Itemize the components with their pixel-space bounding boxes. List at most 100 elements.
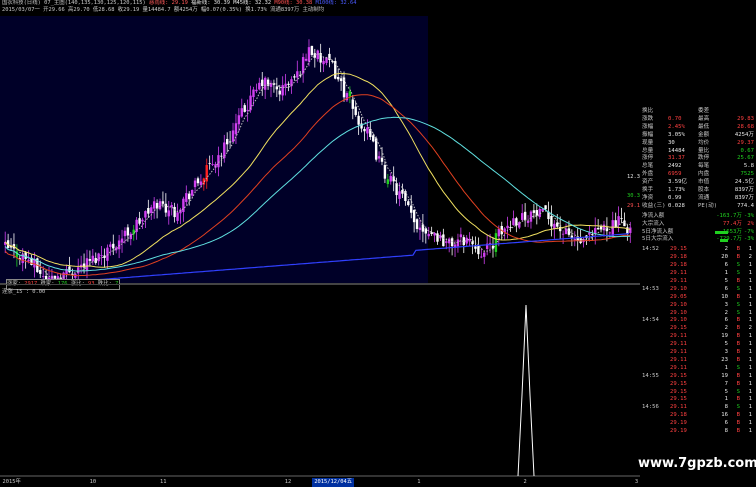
date-tick: 2015年 [2,479,21,485]
quote-value: 3.59亿 [668,179,688,186]
quote-value: 774.4 [737,202,754,209]
tick-row: 29.11 1 S 1 [640,270,756,278]
tick-count: 1 [748,412,752,419]
tick-volume: 20 [721,254,728,261]
tick-count: 1 [748,349,752,355]
tick-price: 29.10 [670,301,687,308]
tick-side: B [736,356,740,363]
flow-label: 大宗流入 [642,220,665,227]
tick-price: 29.15 [670,372,687,379]
tick-volume: 1 [724,396,728,403]
tick-side: B [736,349,740,355]
date-tick: 3 [634,479,639,485]
tick-count: 1 [748,270,752,276]
quote-label: 换手 [642,187,654,193]
flow-label: 5日大宗流入 [642,236,674,243]
legend-item: M45线: 32.32 [233,0,275,6]
tick-row: 29.15 1 B 1 [640,396,756,404]
tick-price: 29.11 [670,349,687,355]
fund-flow-row: 净流入额 -163.7万 -3% [640,213,756,221]
tick-side: S [736,364,740,371]
quote-panel[interactable]: 换比 委差 涨跌 0.70 最高 29.83 涨幅 2.45% 最低 28.68 振幅 3.05% 金额… [640,108,756,487]
tick-price: 29.11 [670,341,687,348]
quote-value: 6959 [668,171,682,178]
tick-volume: 6 [724,285,728,292]
quote-label: 委差 [698,108,710,114]
tick-price: 29.10 [670,285,687,292]
tick-row: 29.18 6 S 1 [640,262,756,270]
quote-row: 振幅 3.05% 金额 4254万 [640,132,756,140]
date-axis: 2015年 10 11 12 2015/12/04五 1 2 3 [0,478,640,487]
tick-volume: 1 [724,364,728,371]
tick-row: 29.18 20 B 2 [640,254,756,262]
quote-value: 0.99 [668,194,682,201]
quote-value: 2.45% [668,123,685,130]
quote-value: 30 [668,139,675,146]
price-label: 29.19 [627,203,640,209]
date-tick: 1 [417,479,421,485]
tick-price: 29.15 [670,246,687,253]
tick-volume: 2 [724,325,728,332]
quote-label: 净资 [642,194,654,201]
quote-value: 4254万 [734,131,754,138]
quote-label: 收益(三) [642,202,666,209]
tick-price: 29.11 [670,356,687,363]
fund-flow-row: 5日大宗流入 -729.7万 -3% [640,236,756,244]
tick-time: 14:55 [642,372,659,379]
tick-price: 29.10 [670,317,687,324]
quote-row: 外盘 6959 内盘 7525 [640,171,756,179]
tick-row: 29.15 5 S 1 [640,389,756,397]
quote-row: 涨跌 0.70 最高 29.83 [640,116,756,124]
tick-row: 29.05 10 B 1 [640,294,756,302]
tick-count: 1 [748,246,752,253]
legend-item: 福新线: 30.39 [191,0,234,6]
quote-row: 总笔 2492 每笔 5.8 [640,163,756,171]
quote-label: 金额 [698,131,710,138]
tick-price: 29.15 [670,380,687,387]
tick-count: 1 [748,309,752,316]
tick-time: 14:52 [642,246,659,253]
tick-row: 14:56 29.11 8 S 1 [640,404,756,412]
quote-value: 28.68 [737,123,754,130]
tick-count: 1 [748,356,752,363]
quote-value: 7525 [740,171,754,178]
tick-row: 29.11 1 S 1 [640,365,756,373]
tick-row: 29.15 7 B 1 [640,381,756,389]
quote-value: 5.8 [743,163,754,170]
quote-label: 股本 [698,187,710,193]
tick-volume: 1 [724,270,728,276]
tick-count: 1 [748,420,752,427]
quote-value: 25.67 [737,155,754,162]
tick-row: 29.11 23 B 1 [640,357,756,365]
tick-row: 29.10 3 S 1 [640,302,756,310]
tick-side: B [736,372,740,379]
tick-count: 1 [748,404,752,411]
tick-row: 29.19 8 B 1 [640,428,756,436]
tick-count: 1 [748,333,752,340]
tick-count: 1 [748,285,752,292]
tick-count: 1 [748,317,752,324]
tick-row: 29.11 5 B 1 [640,341,756,349]
date-tick: 2015/12/04五 [312,478,355,487]
tick-volume: 19 [721,333,728,340]
tick-row: 29.10 2 S 1 [640,310,756,318]
quote-label: 换比 [642,108,654,114]
indicator-chart[interactable]: 连涨_15 : 0.000.75 [0,284,640,479]
tick-volume: 3 [724,349,728,355]
quote-label: 振幅 [642,131,654,138]
tick-count: 1 [748,396,752,403]
tick-side: S [736,285,740,292]
quote-label: 流通 [698,194,710,201]
chart-background [0,16,428,284]
tick-row: 29.18 16 B 1 [640,412,756,420]
quote-label: 涨幅 [642,123,654,130]
candlestick-chart[interactable]: 12.32 30.38 29.19 [0,16,640,284]
quote-row: 换比 委差 [640,108,756,116]
tick-side: B [736,254,740,261]
tick-count: 1 [748,380,752,387]
flow-pct: -3% [743,212,754,219]
indicator-title: 连涨_15 : 0.00 [2,287,45,295]
tick-side: B [736,412,740,419]
quote-summary: 2015/03/07一 开29.66 高29.70 低28.68 收29.19 … [2,7,325,13]
tick-count: 1 [748,293,752,300]
